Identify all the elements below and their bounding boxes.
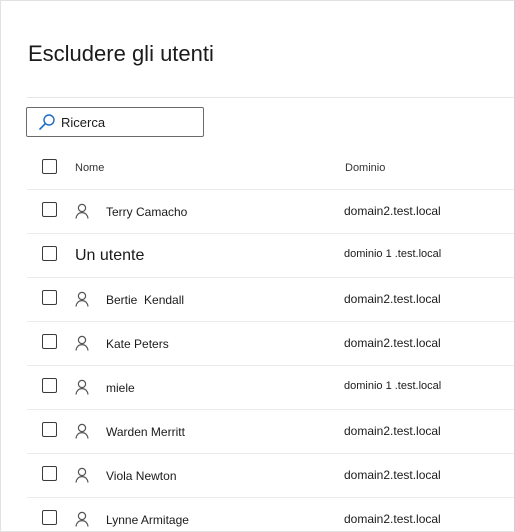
user-name: Warden Merritt xyxy=(106,425,185,439)
user-domain: domain2.test.local xyxy=(344,468,441,482)
select-all-checkbox[interactable] xyxy=(42,159,57,174)
table-row[interactable]: Viola Newton domain2.test.local xyxy=(27,454,514,498)
user-domain: domain2.test.local xyxy=(344,204,441,218)
search-input[interactable]: Ricerca xyxy=(26,107,204,137)
row-checkbox[interactable] xyxy=(42,466,57,481)
table-row[interactable]: miele dominio 1 .test.local xyxy=(27,366,514,410)
row-checkbox[interactable] xyxy=(42,422,57,437)
user-name: Viola Newton xyxy=(106,469,177,483)
search-value: Ricerca xyxy=(61,114,106,130)
user-name: Kate Peters xyxy=(106,337,169,351)
column-header-domain[interactable]: Dominio xyxy=(345,162,385,174)
user-name: Terry Camacho xyxy=(106,205,188,219)
user-domain: dominio 1 .test.local xyxy=(344,248,442,260)
person-icon xyxy=(75,511,89,527)
user-name: Un utente xyxy=(75,247,145,264)
person-icon xyxy=(75,423,89,439)
table-row[interactable]: Terry Camacho domain2.test.local xyxy=(27,190,514,234)
user-domain: domain2.test.local xyxy=(344,424,441,438)
table-row[interactable]: Kate Peters domain2.test.local xyxy=(27,322,514,366)
table-header: Nome Dominio xyxy=(27,147,514,190)
row-checkbox[interactable] xyxy=(42,334,57,349)
person-icon xyxy=(75,379,89,395)
person-icon xyxy=(75,335,89,351)
user-domain: domain2.test.local xyxy=(344,512,441,526)
table-row[interactable]: Bertie Kendall domain2.test.local xyxy=(27,278,514,322)
user-domain: domain2.test.local xyxy=(344,336,441,350)
row-checkbox[interactable] xyxy=(42,510,57,525)
table-row[interactable]: Un utente dominio 1 .test.local xyxy=(27,234,514,278)
user-domain: domain2.test.local xyxy=(344,292,441,306)
table-row[interactable]: Lynne Armitage domain2.test.local xyxy=(27,498,514,531)
row-checkbox[interactable] xyxy=(42,202,57,217)
search-icon xyxy=(37,112,57,132)
person-icon xyxy=(75,203,89,219)
column-header-name[interactable]: Nome xyxy=(75,162,104,174)
user-name: miele xyxy=(106,381,135,395)
row-checkbox[interactable] xyxy=(42,246,57,261)
user-name: Bertie Kendall xyxy=(106,293,185,307)
user-domain: dominio 1 .test.local xyxy=(344,380,442,392)
user-name: Lynne Armitage xyxy=(106,513,189,527)
page-title: Escludere gli utenti xyxy=(28,41,214,66)
users-table: Nome Dominio Terry Camacho domain2.test.… xyxy=(27,147,514,531)
row-checkbox[interactable] xyxy=(42,378,57,393)
exclude-users-panel: Escludere gli utenti Ricerca Nome Domini… xyxy=(0,0,515,532)
person-icon xyxy=(75,467,89,483)
person-icon xyxy=(75,291,89,307)
title-divider xyxy=(27,97,514,98)
row-checkbox[interactable] xyxy=(42,290,57,305)
table-row[interactable]: Warden Merritt domain2.test.local xyxy=(27,410,514,454)
